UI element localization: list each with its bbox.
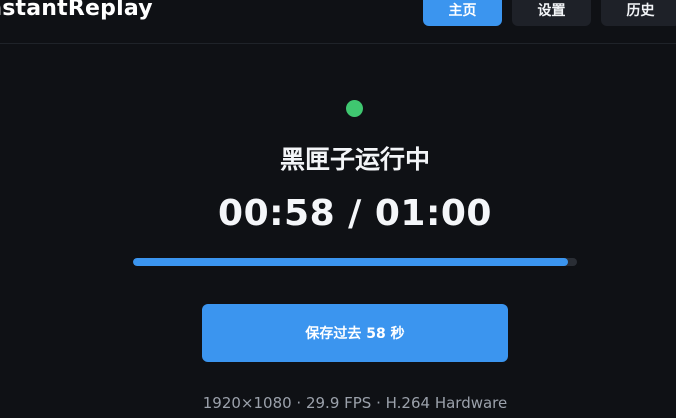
- buffer-progress-bar: [133, 258, 577, 266]
- status-text: 黑匣子运行中: [279, 145, 430, 174]
- tab-settings[interactable]: 设置: [512, 0, 591, 26]
- buffer-progress-fill: [133, 258, 569, 266]
- tab-home[interactable]: 主页: [423, 0, 502, 26]
- status-indicator-icon: [346, 100, 363, 117]
- header: InstantReplay 主页 设置 历史: [0, 0, 676, 44]
- save-replay-button[interactable]: 保存过去 58 秒: [202, 304, 508, 362]
- app-title: InstantReplay: [0, 0, 153, 21]
- recording-timer: 00:58 / 01:00: [218, 193, 492, 234]
- capture-info: 1920×1080 · 29.9 FPS · H.264 Hardware: [202, 394, 508, 412]
- tab-history[interactable]: 历史: [601, 0, 676, 26]
- nav-tabs: 主页 设置 历史: [423, 0, 676, 26]
